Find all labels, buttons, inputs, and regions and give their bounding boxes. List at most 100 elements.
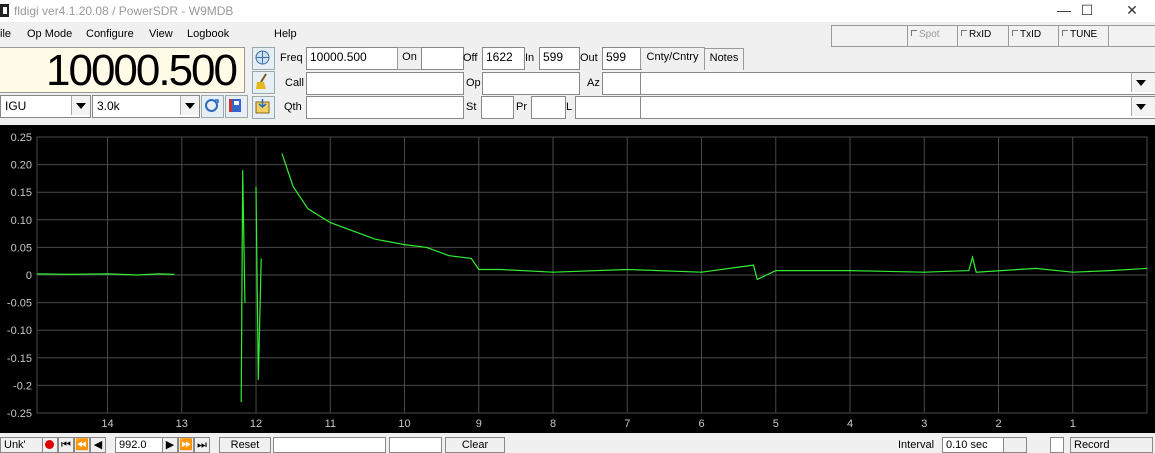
call-field[interactable] xyxy=(306,72,464,95)
state-field[interactable] xyxy=(481,96,514,119)
menu-file[interactable]: ile xyxy=(0,28,11,40)
y-tick-label: -0.2 xyxy=(13,380,32,392)
interval-select[interactable]: 0.10 sec xyxy=(942,437,1007,453)
save-log-icon[interactable] xyxy=(252,96,275,119)
step-forward-icon[interactable]: ▶ xyxy=(162,437,178,453)
spot-toggle[interactable]: Spot xyxy=(907,25,960,47)
menu-logbook[interactable]: Logbook xyxy=(187,28,229,40)
broom-clear-icon[interactable] xyxy=(252,71,275,94)
signal-trace-segment xyxy=(240,170,246,403)
notes-select[interactable] xyxy=(640,96,1155,119)
bottom-input-2[interactable] xyxy=(389,437,442,453)
x-tick-label: 3 xyxy=(921,418,927,430)
qth-label: Qth xyxy=(284,101,302,113)
x-tick-label: 13 xyxy=(176,418,188,430)
x-tick-label: 7 xyxy=(624,418,630,430)
rst-out-label: Out xyxy=(580,52,598,64)
app-icon xyxy=(0,4,9,17)
menu-configure[interactable]: Configure xyxy=(86,28,134,40)
menu-help[interactable]: Help xyxy=(274,28,297,40)
offset-field[interactable]: 992.0 xyxy=(115,437,165,453)
y-tick-label: 0 xyxy=(26,270,32,282)
op-field[interactable] xyxy=(482,72,580,95)
frequency-value: 10000.500 xyxy=(46,46,238,95)
step-back-icon[interactable]: ◀ xyxy=(90,437,106,453)
signal-plot: 0.25 0.20 0.15 0.10 0.05 0 -0.05 -0.10 -0.15 -0.2… xyxy=(0,125,1155,433)
memory-book-icon[interactable] xyxy=(225,95,248,118)
clear-button[interactable]: Clear xyxy=(445,437,505,453)
az-label: Az xyxy=(587,77,600,89)
x-tick-label: 9 xyxy=(476,418,482,430)
rewind-icon[interactable]: ⏪ xyxy=(74,437,90,453)
rst-out-field[interactable]: 599 xyxy=(602,47,642,70)
bottom-input[interactable] xyxy=(273,437,386,453)
x-tick-label: 1 xyxy=(1070,418,1076,430)
rst-in-field[interactable]: 599 xyxy=(539,47,580,70)
y-tick-label: 0.20 xyxy=(11,160,32,172)
on-time-field[interactable] xyxy=(421,47,464,70)
chevron-down-icon[interactable] xyxy=(1003,437,1027,453)
mode-select[interactable]: IGU xyxy=(0,95,91,118)
x-tick-label: 11 xyxy=(325,418,336,430)
rxid-toggle[interactable]: RxID xyxy=(957,25,1012,47)
tab-cnty-cntry[interactable]: Cnty/Cntry xyxy=(640,47,705,69)
country-select[interactable] xyxy=(640,72,1155,95)
blank-button[interactable] xyxy=(831,25,911,47)
on-time-button[interactable]: On xyxy=(397,47,422,70)
frequency-display[interactable]: 10000.500 xyxy=(0,46,245,95)
tune-toggle[interactable]: TUNE xyxy=(1058,25,1112,47)
x-tick-label: 6 xyxy=(698,418,704,430)
y-tick-label: -0.15 xyxy=(7,353,32,365)
province-field[interactable] xyxy=(531,96,566,119)
chevron-down-icon xyxy=(1131,97,1155,116)
chevron-down-icon xyxy=(1131,73,1155,92)
qth-field[interactable] xyxy=(306,96,464,119)
record-checkbox[interactable] xyxy=(1050,437,1064,453)
record-button[interactable]: Record xyxy=(1070,437,1153,453)
locator-label: L xyxy=(566,101,573,113)
y-tick-label: 0.05 xyxy=(11,242,32,254)
x-tick-label: 2 xyxy=(995,418,1001,430)
off-label: Off xyxy=(463,52,478,64)
menu-bar: ile Op Mode Configure View Logbook Help … xyxy=(0,23,1155,47)
freq-label: Freq xyxy=(280,52,303,64)
skip-forward-icon[interactable]: ⏭ xyxy=(194,437,210,453)
x-tick-label: 8 xyxy=(550,418,556,430)
globe-icon[interactable] xyxy=(252,47,275,70)
x-tick-label: 10 xyxy=(398,418,410,430)
menu-view[interactable]: View xyxy=(149,28,173,40)
mode-value: IGU xyxy=(5,99,27,113)
interval-label: Interval xyxy=(898,439,935,451)
skip-back-icon[interactable]: ⏮ xyxy=(58,437,74,453)
close-button[interactable]: ✕ xyxy=(1109,0,1155,22)
refresh-icon[interactable] xyxy=(201,95,224,118)
y-tick-label: 0.15 xyxy=(11,187,32,199)
y-tick-label: 0.25 xyxy=(11,132,32,144)
tab-notes[interactable]: Notes xyxy=(704,48,744,70)
title-bar: fldigi ver4.1.20.08 / PowerSDR - W9MDB —… xyxy=(0,0,1155,22)
maximize-button[interactable]: ☐ xyxy=(1064,0,1110,22)
x-tick-label: 14 xyxy=(101,418,113,430)
y-tick-label: -0.25 xyxy=(7,408,32,420)
signal-trace-segment xyxy=(281,153,1148,281)
reset-button[interactable]: Reset xyxy=(219,437,271,453)
y-tick-label: -0.05 xyxy=(7,298,32,310)
freq-field[interactable]: 10000.500 xyxy=(306,47,401,70)
az-field[interactable] xyxy=(602,72,642,95)
call-label: Call xyxy=(285,77,304,89)
op-label: Op xyxy=(466,77,481,89)
menu-op-mode[interactable]: Op Mode xyxy=(27,28,72,40)
locator-field[interactable] xyxy=(575,96,642,119)
y-tick-label: 0.10 xyxy=(11,215,32,227)
x-tick-label: 5 xyxy=(773,418,779,430)
bandwidth-value: 3.0k xyxy=(97,99,120,113)
bandwidth-select[interactable]: 3.0k xyxy=(92,95,200,118)
off-time-field[interactable]: 1622 xyxy=(482,47,525,70)
x-tick-label: 4 xyxy=(847,418,853,430)
fast-forward-icon[interactable]: ⏩ xyxy=(178,437,194,453)
record-dot-icon[interactable] xyxy=(42,437,58,453)
txid-toggle[interactable]: TxID xyxy=(1008,25,1062,47)
signal-trace-segment xyxy=(255,186,262,380)
x-tick-label: 12 xyxy=(250,418,262,430)
blank-button-right[interactable] xyxy=(1108,25,1155,47)
